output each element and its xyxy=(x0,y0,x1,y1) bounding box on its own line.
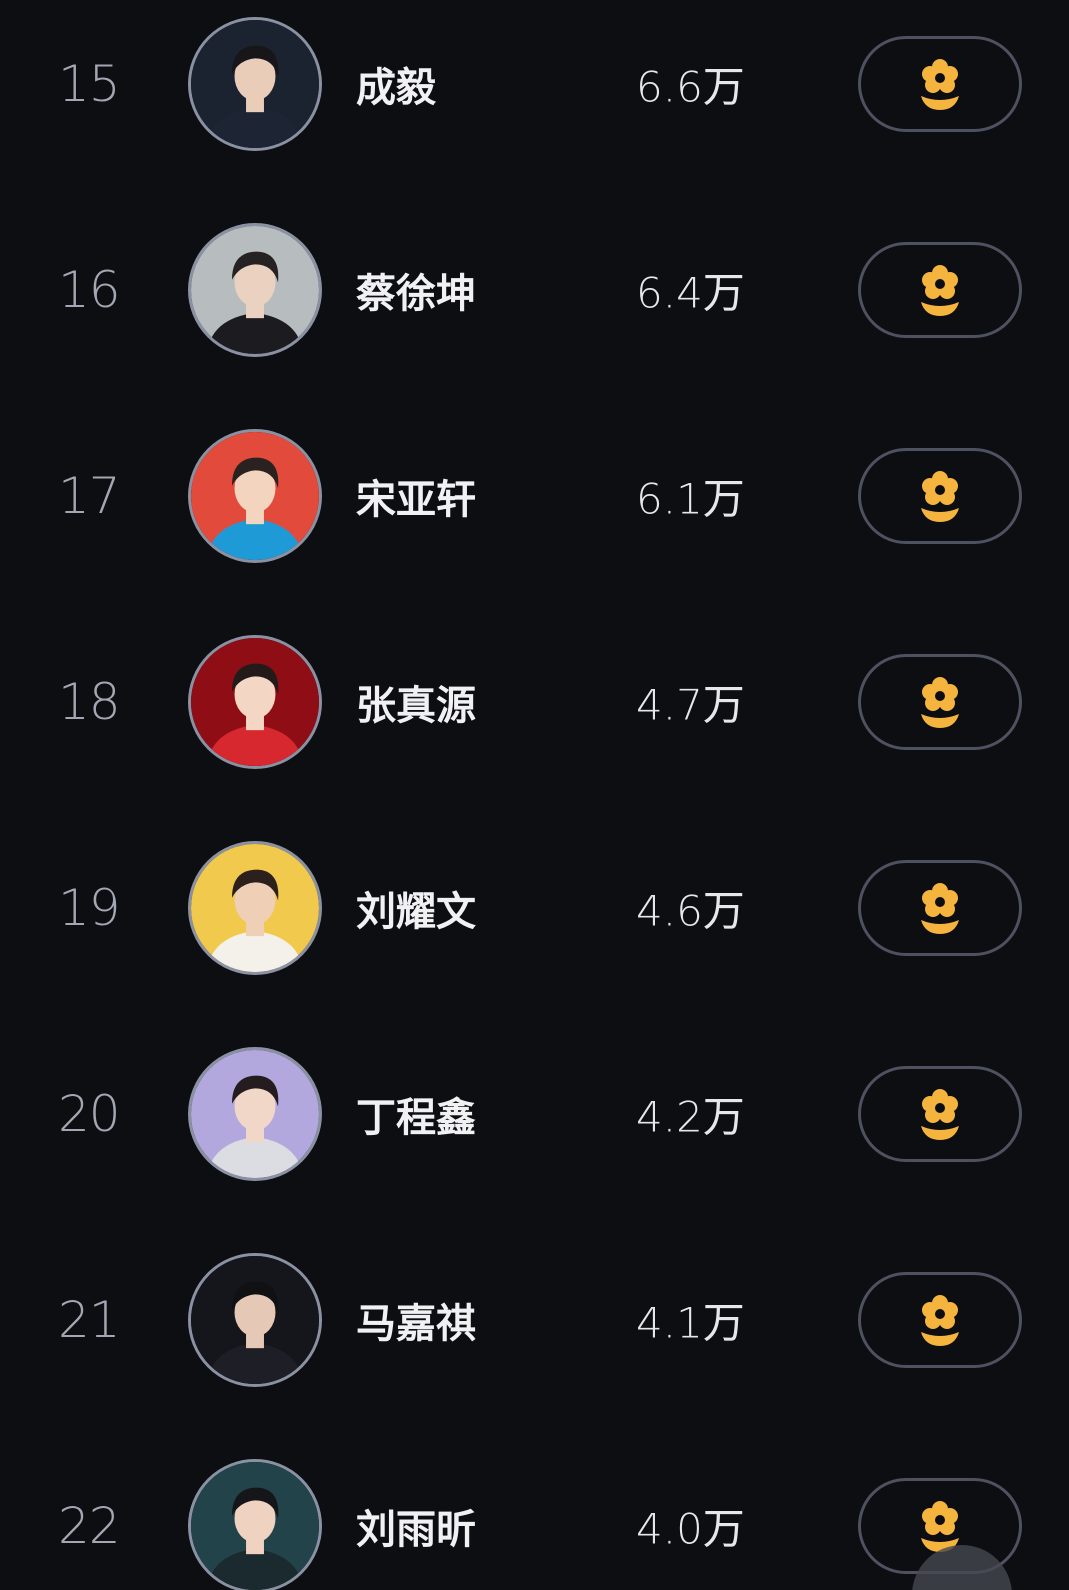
send-flower-button[interactable] xyxy=(858,654,1022,750)
flower-icon xyxy=(921,883,959,934)
flower-count: 4.1万 xyxy=(636,1298,745,1348)
send-flower-button[interactable] xyxy=(858,860,1022,956)
flower-count: 6.4万 xyxy=(636,268,745,318)
ranking-list: 15 成毅 6.6万 16 蔡徐坤 6.4万 17 宋亚轩 6.1万 18 张真源 4.7万 19 刘耀文… xyxy=(0,0,1069,1590)
ranking-row[interactable]: 20 丁程鑫 4.2万 xyxy=(0,1010,1069,1218)
celebrity-name: 刘雨昕 xyxy=(356,1507,476,1553)
celebrity-name: 张真源 xyxy=(356,683,476,729)
avatar[interactable] xyxy=(188,841,322,975)
ranking-row[interactable]: 19 刘耀文 4.6万 xyxy=(0,804,1069,1012)
celebrity-name: 宋亚轩 xyxy=(356,477,476,523)
send-flower-button[interactable] xyxy=(858,448,1022,544)
celebrity-name: 蔡徐坤 xyxy=(356,271,476,317)
avatar[interactable] xyxy=(188,1459,322,1590)
celebrity-name: 刘耀文 xyxy=(356,889,476,935)
ranking-row[interactable]: 18 张真源 4.7万 xyxy=(0,598,1069,806)
rank-number: 18 xyxy=(58,673,121,731)
flower-icon xyxy=(921,1295,959,1346)
flower-count: 4.2万 xyxy=(636,1092,745,1142)
ranking-row[interactable]: 15 成毅 6.6万 xyxy=(0,0,1069,188)
avatar[interactable] xyxy=(188,1253,322,1387)
rank-number: 19 xyxy=(58,879,121,937)
rank-number: 15 xyxy=(58,55,121,113)
celebrity-name: 马嘉祺 xyxy=(356,1301,476,1347)
flower-count: 6.1万 xyxy=(636,474,745,524)
avatar[interactable] xyxy=(188,223,322,357)
ranking-row[interactable]: 22 刘雨昕 4.0万 xyxy=(0,1422,1069,1590)
flower-count: 4.7万 xyxy=(636,680,745,730)
avatar[interactable] xyxy=(188,1047,322,1181)
flower-icon xyxy=(921,1501,959,1552)
send-flower-button[interactable] xyxy=(858,1272,1022,1368)
flower-count: 4.6万 xyxy=(636,886,745,936)
flower-icon xyxy=(921,1089,959,1140)
rank-number: 21 xyxy=(58,1291,121,1349)
celebrity-name: 丁程鑫 xyxy=(356,1095,476,1141)
avatar[interactable] xyxy=(188,429,322,563)
flower-count: 6.6万 xyxy=(636,62,745,112)
flower-icon xyxy=(921,677,959,728)
flower-icon xyxy=(921,265,959,316)
flower-icon xyxy=(921,59,959,110)
send-flower-button[interactable] xyxy=(858,36,1022,132)
rank-number: 17 xyxy=(58,467,121,525)
flower-count: 4.0万 xyxy=(636,1504,745,1554)
flower-icon xyxy=(921,471,959,522)
send-flower-button[interactable] xyxy=(858,242,1022,338)
avatar[interactable] xyxy=(188,17,322,151)
ranking-row[interactable]: 16 蔡徐坤 6.4万 xyxy=(0,186,1069,394)
send-flower-button[interactable] xyxy=(858,1066,1022,1162)
celebrity-name: 成毅 xyxy=(356,65,436,111)
ranking-row[interactable]: 17 宋亚轩 6.1万 xyxy=(0,392,1069,600)
rank-number: 22 xyxy=(58,1497,121,1555)
rank-number: 16 xyxy=(58,261,121,319)
avatar[interactable] xyxy=(188,635,322,769)
ranking-row[interactable]: 21 马嘉祺 4.1万 xyxy=(0,1216,1069,1424)
rank-number: 20 xyxy=(58,1085,121,1143)
